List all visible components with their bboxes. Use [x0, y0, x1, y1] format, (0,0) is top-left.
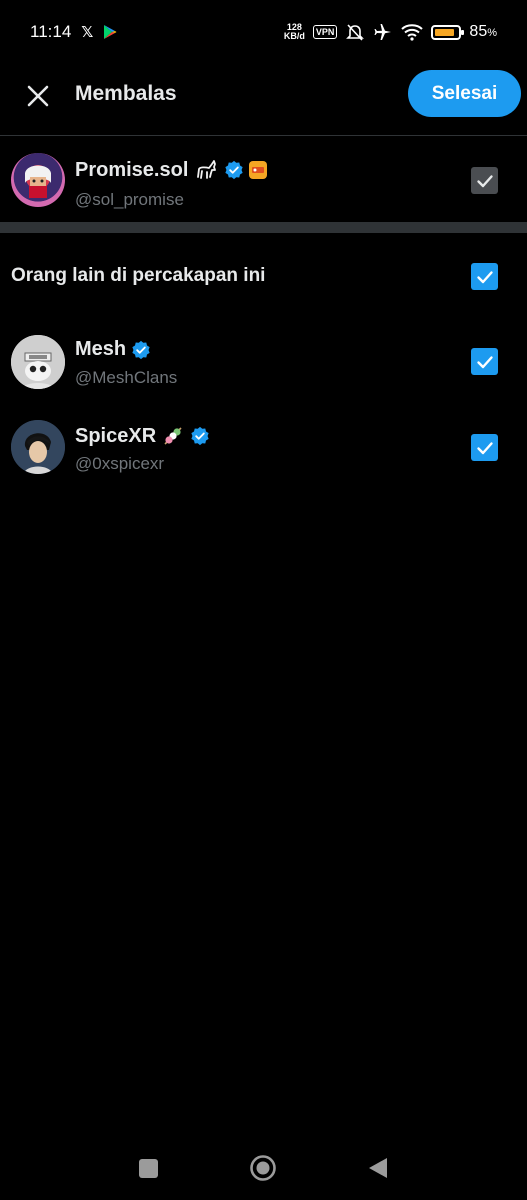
avatar [11, 153, 65, 207]
user-checkbox[interactable] [471, 434, 498, 461]
battery-icon [431, 24, 465, 40]
user-name: SpiceXR [75, 424, 157, 447]
check-icon [476, 174, 493, 187]
close-icon[interactable] [24, 82, 52, 110]
user-name: Promise.sol [75, 158, 189, 181]
goat-emoji-icon [197, 160, 217, 179]
back-button[interactable] [367, 1156, 389, 1180]
home-button[interactable] [249, 1154, 277, 1182]
muted-bell-icon [346, 24, 365, 41]
battery-level-fill [435, 28, 455, 36]
airplane-mode-icon [374, 24, 392, 40]
clock: 11:14 [30, 22, 72, 41]
user-name-line: SpiceXR [75, 424, 210, 448]
select-all-checkbox[interactable] [471, 263, 498, 290]
avatar-image [25, 165, 51, 198]
status-bar: 11:14 𝕏 128 KB/d VPN 85% [0, 0, 527, 64]
verified-badge-icon [225, 160, 244, 180]
avatar-image [11, 420, 65, 474]
vpn-indicator: VPN [312, 25, 338, 39]
user-name-line: Mesh [75, 338, 151, 361]
primary-user-row[interactable]: Promise.sol @sol_promise [0, 140, 527, 220]
battery-percent: 85% [469, 23, 497, 40]
user-handle: @0xspicexr [75, 454, 165, 473]
x-app-icon: 𝕏 [81, 24, 94, 41]
check-icon [476, 355, 493, 368]
list-item[interactable]: SpiceXR @0xspicexr [0, 411, 527, 491]
wifi-icon [401, 24, 424, 41]
affiliate-badge-icon [249, 161, 268, 179]
page-title: Membalas [75, 82, 177, 105]
check-icon [476, 441, 493, 454]
avatar [11, 335, 65, 389]
network-speed: 128 KB/d [284, 23, 305, 41]
avatar-image [11, 335, 65, 389]
user-checkbox[interactable] [471, 348, 498, 375]
user-handle: @MeshClans [75, 368, 178, 387]
avatar [11, 420, 65, 474]
verified-badge-icon [132, 340, 150, 359]
check-icon [476, 270, 493, 283]
play-store-icon [104, 25, 117, 39]
list-item[interactable]: Mesh @MeshClans [0, 325, 527, 405]
recent-apps-button[interactable] [139, 1159, 158, 1178]
user-name: Mesh [75, 338, 127, 360]
status-bar-right: 128 KB/d VPN 85% [284, 22, 497, 42]
section-divider [0, 222, 527, 233]
dango-emoji-icon [164, 427, 182, 445]
primary-user-name-line: Promise.sol [75, 157, 268, 183]
network-speed-unit: KB/d [283, 31, 305, 41]
done-button[interactable]: Selesai [408, 70, 521, 117]
others-section-label: Orang lain di percakapan ini [11, 265, 266, 286]
user-handle: @sol_promise [75, 190, 184, 209]
reply-header: Membalas Selesai [0, 64, 527, 136]
verified-badge-icon [191, 426, 209, 446]
primary-user-checkbox[interactable] [471, 167, 498, 194]
status-bar-left: 11:14 𝕏 [30, 22, 117, 42]
